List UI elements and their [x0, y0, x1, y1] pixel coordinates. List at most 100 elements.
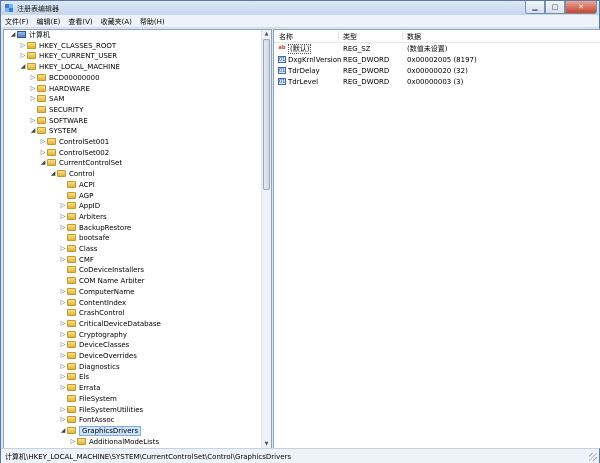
maximize-button[interactable]: □ — [545, 1, 565, 14]
collapse-arrow-icon[interactable]: ▷ — [60, 331, 66, 339]
tree-node[interactable]: ▷ FontAssoc — [4, 415, 260, 425]
tree-node[interactable]: ▷ Els — [4, 372, 260, 382]
tree-node[interactable]: ▷ SAM — [4, 94, 260, 104]
collapse-arrow-icon[interactable]: ▷ — [60, 352, 66, 360]
collapse-arrow-icon[interactable]: ▷ — [60, 384, 66, 392]
collapse-arrow-icon[interactable]: ▷ — [40, 149, 46, 157]
tree-node[interactable]: ACPI — [4, 180, 260, 190]
collapse-arrow-icon[interactable]: ▷ — [60, 245, 66, 253]
collapse-arrow-icon[interactable]: ▷ — [60, 256, 66, 264]
tree-node[interactable]: ◢ GraphicsDrivers — [4, 425, 260, 436]
scroll-down-arrow-icon[interactable]: ▼ — [262, 440, 271, 448]
collapse-arrow-icon[interactable]: ▷ — [30, 95, 36, 103]
collapse-arrow-icon[interactable]: ▷ — [60, 406, 66, 414]
tree-node-label: Cryptography — [79, 330, 128, 339]
tree-node[interactable]: ▷ ControlSet002 — [4, 148, 260, 158]
folder-icon — [27, 63, 36, 71]
tree-node[interactable]: ▷ Class — [4, 244, 260, 254]
tree-node[interactable]: ◢ 计算机 — [4, 30, 260, 40]
values-list-pane[interactable]: 名称 类型 数据 ab (默认) REG_SZ (数值未设置) 01 DxgKrnlVer… — [273, 29, 600, 449]
collapse-arrow-icon[interactable]: ▷ — [60, 288, 66, 296]
collapse-arrow-icon[interactable]: ▷ — [70, 438, 76, 446]
menu-favorites[interactable]: 收藏夹(A) — [97, 15, 136, 27]
tree-node-label: ContentIndex — [79, 298, 127, 307]
menu-help[interactable]: 帮助(H) — [136, 15, 169, 27]
tree-node[interactable]: ◢ HKEY_LOCAL_MACHINE — [4, 62, 260, 72]
tree-node[interactable]: AGP — [4, 191, 260, 201]
tree-node[interactable]: ▷ CriticalDeviceDatabase — [4, 319, 260, 329]
tree-node[interactable]: ▷ Cryptography — [4, 330, 260, 340]
collapse-arrow-icon[interactable]: ▷ — [60, 202, 66, 210]
tree-node[interactable]: COM Name Arbiter — [4, 276, 260, 286]
expand-arrow-icon[interactable]: ◢ — [40, 159, 46, 167]
menu-view[interactable]: 查看(V) — [64, 15, 96, 27]
collapse-arrow-icon[interactable]: ▷ — [60, 320, 66, 328]
tree-node[interactable]: ▷ HKEY_CURRENT_USER — [4, 51, 260, 61]
tree-node[interactable]: ▷ DeviceClasses — [4, 340, 260, 350]
collapse-arrow-icon[interactable]: ▷ — [60, 373, 66, 381]
expand-arrow-icon[interactable]: ◢ — [30, 127, 36, 135]
close-button[interactable]: ✕ — [565, 1, 597, 14]
tree-node[interactable]: bootsafe — [4, 233, 260, 243]
tree-node[interactable]: ◢ CurrentControlSet — [4, 158, 260, 168]
menu-file[interactable]: 文件(F) — [1, 15, 33, 27]
tree-node[interactable]: CoDeviceInstallers — [4, 265, 260, 275]
tree-node[interactable]: SECURITY — [4, 105, 260, 115]
collapse-arrow-icon[interactable]: ▷ — [40, 138, 46, 146]
expand-arrow-icon[interactable]: ◢ — [20, 63, 26, 71]
scrollbar-thumb[interactable] — [263, 39, 270, 190]
tree-node[interactable]: ▷ DeviceOverrides — [4, 351, 260, 361]
collapse-arrow-icon[interactable]: ▷ — [20, 42, 26, 50]
tree-node[interactable]: ◢ SYSTEM — [4, 126, 260, 136]
registry-value-row[interactable]: ab (默认) REG_SZ (数值未设置) — [274, 43, 600, 54]
tree-node[interactable]: ▷ AdditionalModeLists — [4, 437, 260, 447]
collapse-arrow-icon[interactable]: ▷ — [30, 85, 36, 93]
tree-node[interactable]: ▷ BackupRestore — [4, 223, 260, 233]
expand-arrow-icon[interactable]: ◢ — [10, 31, 16, 39]
tree-node[interactable]: ▷ AppID — [4, 201, 260, 211]
expand-arrow-icon[interactable]: ◢ — [50, 170, 56, 178]
tree-node[interactable]: ▷ HARDWARE — [4, 84, 260, 94]
resize-grip-icon[interactable] — [589, 453, 597, 461]
column-header-name[interactable]: 名称 — [279, 32, 293, 42]
column-divider[interactable] — [338, 31, 339, 41]
collapse-arrow-icon[interactable]: ▷ — [60, 299, 66, 307]
tree-node[interactable]: ▷ ContentIndex — [4, 298, 260, 308]
collapse-arrow-icon[interactable]: ▷ — [60, 341, 66, 349]
tree-node[interactable]: ◢ Control — [4, 169, 260, 179]
registry-value-row[interactable]: 01 TdrLevel REG_DWORD 0x00000003 (3) — [274, 76, 600, 87]
tree-node[interactable]: ▷ BCD00000000 — [4, 73, 260, 83]
registry-value-row[interactable]: 01 TdrDelay REG_DWORD 0x00000020 (32) — [274, 65, 600, 76]
collapse-arrow-icon[interactable]: ▷ — [30, 117, 36, 125]
collapse-arrow-icon[interactable]: ▷ — [60, 416, 66, 424]
tree-node[interactable]: ▷ Errata — [4, 383, 260, 393]
key-tree-pane[interactable]: ▲ ▼ ◢ 计算机 ▷ HKEY_CLASSES_ROOT ▷ HKEY_CURRENT_… — [3, 29, 272, 449]
title-bar[interactable]: 注册表编辑器 ▁ □ ✕ — [1, 1, 599, 15]
collapse-arrow-icon[interactable]: ▷ — [60, 363, 66, 371]
menu-edit[interactable]: 编辑(E) — [33, 15, 65, 27]
tree-node[interactable]: ▷ Arbiters — [4, 212, 260, 222]
collapse-arrow-icon[interactable]: ▷ — [60, 224, 66, 232]
collapse-arrow-icon[interactable]: ▷ — [30, 74, 36, 82]
minimize-button[interactable]: ▁ — [525, 1, 545, 14]
column-header-data[interactable]: 数据 — [407, 32, 421, 42]
expand-arrow-icon[interactable]: ◢ — [60, 427, 66, 435]
tree-node[interactable]: ▷ CMF — [4, 255, 260, 265]
tree-node[interactable]: CrashControl — [4, 308, 260, 318]
tree-node[interactable]: ▷ FileSystemUtilities — [4, 405, 260, 415]
tree-node[interactable]: FileSystem — [4, 394, 260, 404]
registry-value-row[interactable]: 01 DxgKrnlVersion REG_DWORD 0x00002005 (819… — [274, 54, 600, 65]
tree-node[interactable]: ▷ Diagnostics — [4, 362, 260, 372]
tree-node[interactable]: ▷ ComputerName — [4, 287, 260, 297]
column-divider[interactable] — [402, 31, 403, 41]
tree-node[interactable]: ▷ ControlSet001 — [4, 137, 260, 147]
column-header-type[interactable]: 类型 — [343, 32, 357, 42]
tree-node[interactable]: ▷ HKEY_CLASSES_ROOT — [4, 41, 260, 51]
collapse-arrow-icon[interactable]: ▷ — [20, 52, 26, 60]
tree-node[interactable]: ▷ SOFTWARE — [4, 116, 260, 126]
tree-node-label: 计算机 — [29, 31, 50, 39]
scroll-up-arrow-icon[interactable]: ▲ — [262, 30, 271, 38]
tree-scrollbar[interactable]: ▲ ▼ — [261, 30, 271, 448]
collapse-arrow-icon[interactable]: ▷ — [60, 213, 66, 221]
maximize-icon: □ — [551, 3, 559, 11]
